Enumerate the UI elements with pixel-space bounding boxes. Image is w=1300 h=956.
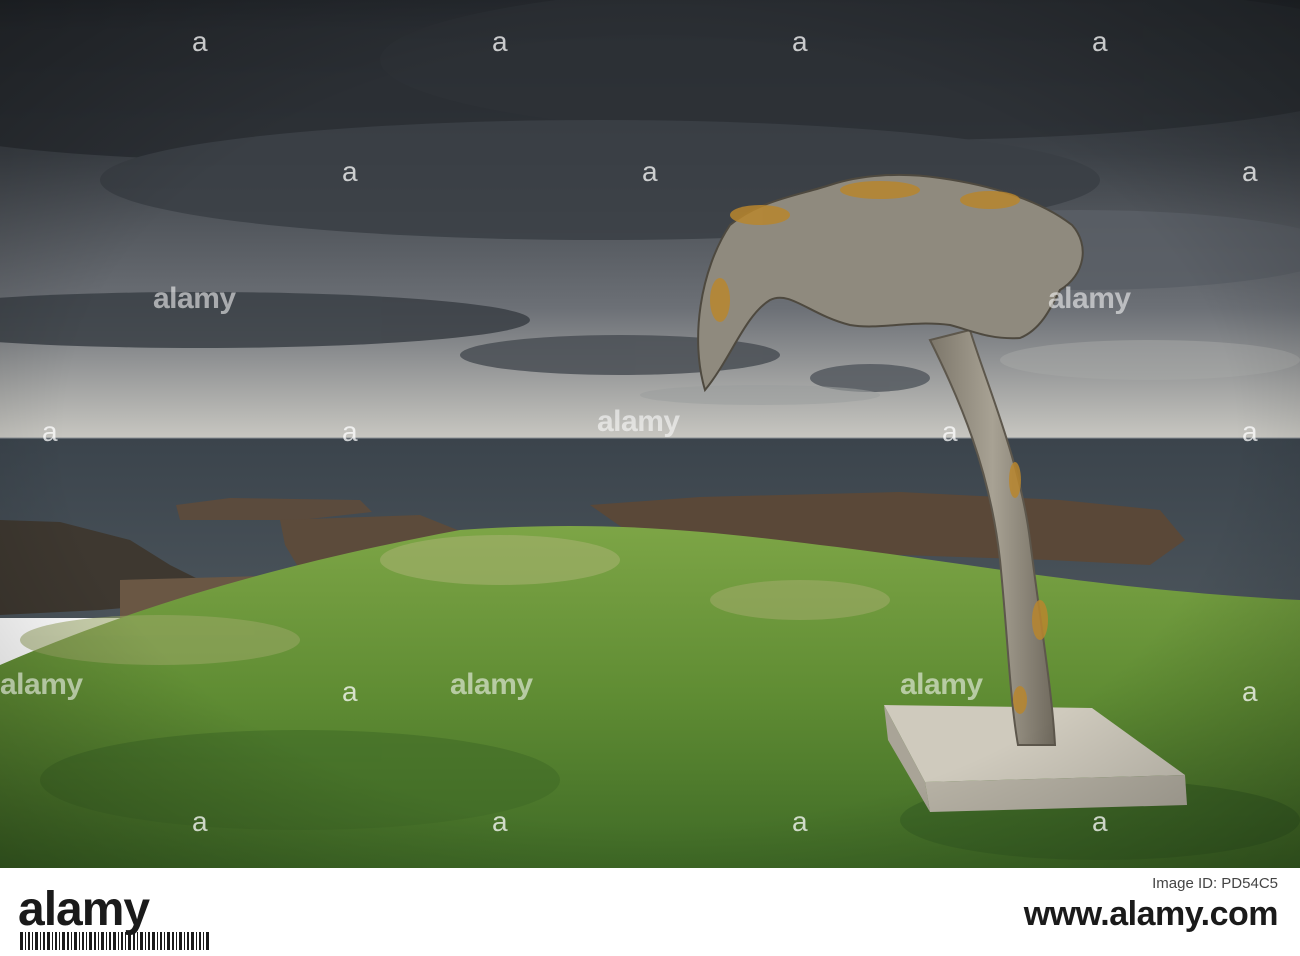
photo: alamy alamy alamy alamy alamy alamy a a … (0, 0, 1300, 868)
landscape-photo (0, 0, 1300, 868)
footer-bar: alamy Image ID: PD54C5 www.alamy.com (0, 868, 1300, 956)
barcode-icon (20, 932, 209, 950)
site-url: www.alamy.com (1023, 895, 1279, 933)
brand-logo: alamy (18, 883, 150, 936)
image-id-block: Image ID: PD54C5 www.alamy.com (1023, 874, 1279, 934)
image-id-label: Image ID: PD54C5 (1152, 875, 1278, 892)
